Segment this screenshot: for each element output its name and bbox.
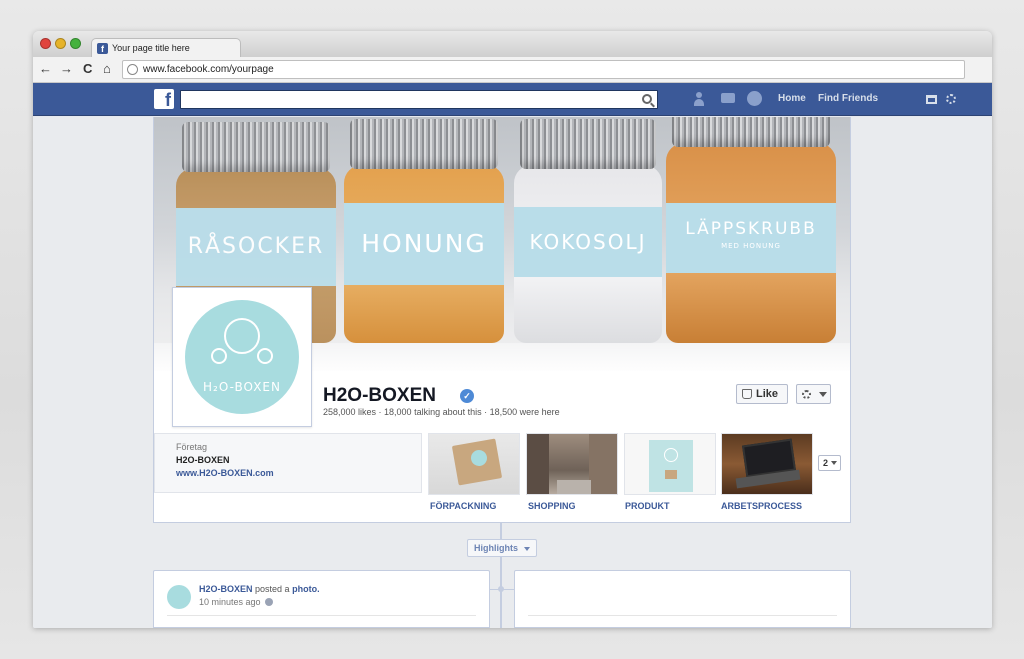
reload-icon[interactable]: C [83,61,92,77]
chevron-down-icon [524,547,530,551]
browser-toolbar: ← → C ⌂ www.facebook.com/yourpage [33,57,992,83]
close-window-button[interactable] [40,38,51,49]
page-header-card: RÅSOCKER HONUNG KOKOSOLJ LÄPPSKRUBB MED … [153,117,851,523]
app-label-arbetsprocess[interactable]: ARBETSPROCESS [721,501,802,511]
account-settings-gear-icon[interactable] [946,94,956,104]
post-author-link[interactable]: H2O-BOXEN [199,584,253,594]
post-header: H2O-BOXEN posted a photo. [199,584,320,594]
friend-requests-icon[interactable] [694,91,711,107]
tab-title: Your page title here [112,43,190,53]
jar-lid [182,122,330,172]
about-box: Företag H2O-BOXEN www.H2O-BOXEN.com [154,433,422,493]
jar-label-subtitle: MED HONUNG [721,242,781,250]
jar-label: LÄPPSKRUBB MED HONUNG [666,203,836,273]
app-label-shopping[interactable]: SHOPPING [528,501,576,511]
cover-jar: KOKOSOLJ [514,119,662,343]
app-label-forpackning[interactable]: FÖRPACKNING [430,501,496,511]
logo-text: H₂O-BOXEN [203,380,281,394]
jar-lid [672,117,830,147]
chevron-down-icon [819,392,827,397]
address-bar-url: www.facebook.com/yourpage [143,64,274,75]
jar-label: KOKOSOLJ [514,207,662,277]
jar-label-title: LÄPPSKRUBB [685,219,817,239]
timeline-dot [498,586,504,592]
jar-label: RÅSOCKER [176,208,336,286]
website-link[interactable]: www.H2O-BOXEN.com [176,468,274,478]
search-icon[interactable] [642,94,652,104]
like-button[interactable]: Like [736,384,788,404]
avatar[interactable] [167,585,191,609]
product-logo-icon [664,448,678,462]
home-link[interactable]: Home [778,93,806,104]
page-stats: 258,000 likes · 18,000 talking about thi… [323,407,560,417]
page-content: RÅSOCKER HONUNG KOKOSOLJ LÄPPSKRUBB MED … [33,117,992,628]
globe-icon [127,64,138,75]
about-page-name: H2O-BOXEN [176,455,230,465]
find-friends-link[interactable]: Find Friends [818,93,878,104]
app-tile-arbetsprocess[interactable] [721,433,813,495]
browser-tab[interactable]: f Your page title here [91,38,241,58]
app-label-produkt[interactable]: PRODUKT [625,501,670,511]
facebook-logo[interactable]: f [154,89,174,110]
search-input[interactable] [180,90,658,109]
post-action: posted a [255,584,290,594]
street-road [557,480,591,494]
logo-atom-left-icon [211,348,227,364]
address-bar[interactable]: www.facebook.com/yourpage [122,60,965,79]
post-time-text: 10 minutes ago [199,597,261,607]
logo-atom-right-icon [257,348,273,364]
gear-icon [802,390,811,399]
zoom-window-button[interactable] [70,38,81,49]
verified-badge-icon: ✓ [460,389,474,403]
more-apps-button[interactable]: 2 [818,455,841,471]
page-options-button[interactable] [796,384,831,404]
jar-lid [350,119,498,169]
post-object-link[interactable]: photo. [292,584,320,594]
back-arrow-icon[interactable]: ← [39,61,52,77]
highlights-label: Highlights [474,543,518,553]
highlights-dropdown[interactable]: Highlights [467,539,537,557]
home-icon[interactable]: ⌂ [103,61,111,77]
post-timestamp[interactable]: 10 minutes ago [199,597,274,607]
timeline-post: H2O-BOXEN posted a photo. 10 minutes ago [153,570,490,628]
audience-globe-icon[interactable] [265,598,274,606]
street-building-left [527,434,549,494]
like-button-label: Like [756,388,779,400]
privacy-shortcuts-icon[interactable] [926,95,937,104]
forward-arrow-icon[interactable]: → [60,61,73,77]
jar-label: HONUNG [344,203,504,285]
post-divider [528,615,837,616]
thumbs-up-icon [742,389,752,399]
app-tile-forpackning[interactable] [428,433,520,495]
facebook-favicon-icon: f [97,43,108,54]
product-box-icon [665,470,677,479]
app-tile-produkt[interactable] [624,433,716,495]
jar-lid [520,119,656,169]
messages-icon[interactable] [721,91,738,107]
chevron-down-icon [831,461,837,465]
logo-molecule-icon [224,318,260,354]
brand-logo: H₂O-BOXEN [185,300,299,414]
minimize-window-button[interactable] [55,38,66,49]
page-title[interactable]: H2O-BOXEN [323,385,436,407]
cover-jar: HONUNG [344,119,504,343]
street-building-right [589,434,617,494]
browser-window: f Your page title here ← → C ⌂ www.faceb… [33,31,992,628]
app-tile-shopping[interactable] [526,433,618,495]
notifications-icon[interactable] [747,91,762,106]
timeline-post [514,570,851,628]
facebook-header: f Home Find Friends [33,83,992,116]
post-divider [167,615,476,616]
page-category: Företag [176,442,208,452]
browser-titlebar: f Your page title here [33,31,992,58]
profile-picture-frame: H₂O-BOXEN [177,292,307,422]
cover-jar: LÄPPSKRUBB MED HONUNG [666,117,836,343]
more-apps-count: 2 [823,458,829,468]
profile-picture[interactable]: H₂O-BOXEN [172,287,312,427]
